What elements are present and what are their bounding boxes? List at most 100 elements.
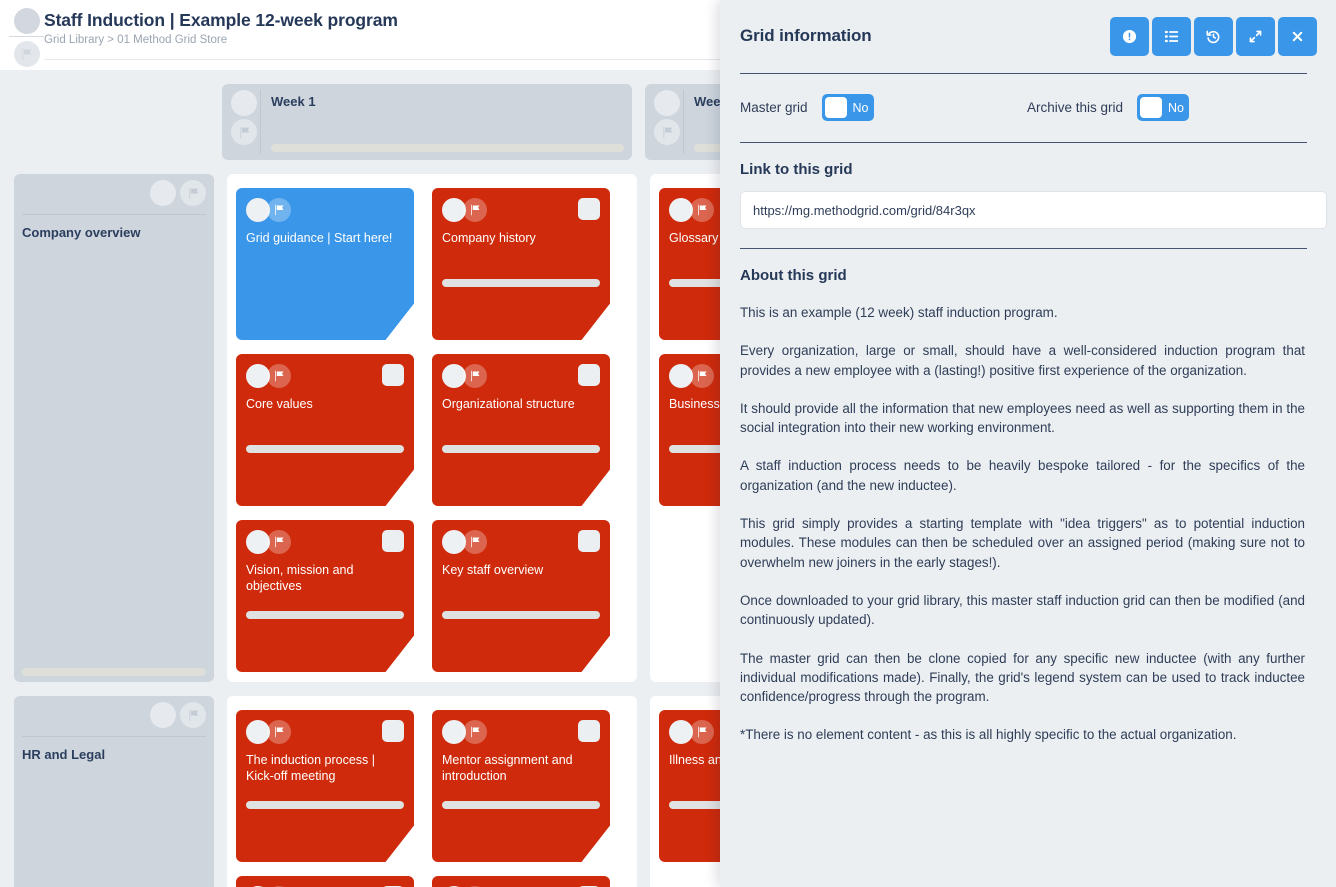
flag-icon[interactable] — [267, 198, 291, 222]
archive-grid-label: Archive this grid — [1026, 100, 1123, 115]
group-title: HR and Legal — [22, 747, 106, 762]
card-badge[interactable] — [382, 364, 404, 386]
element-card[interactable]: Organizational structure — [432, 354, 610, 506]
card-progress-bar — [442, 279, 600, 287]
card-badge[interactable] — [382, 720, 404, 742]
master-grid-toggle[interactable]: No — [821, 94, 874, 121]
element-card[interactable]: Mentor assignment and introduction — [432, 710, 610, 862]
panel-action-buttons — [1110, 16, 1317, 56]
card-badge[interactable] — [578, 364, 600, 386]
card-badge[interactable] — [578, 720, 600, 742]
flag-icon[interactable] — [690, 364, 714, 388]
list-icon[interactable] — [1152, 16, 1191, 56]
card-top-bar — [442, 530, 600, 556]
flag-icon[interactable] — [463, 198, 487, 222]
card-title: Mentor assignment and introduction — [442, 753, 573, 783]
master-grid-label: Master grid — [740, 100, 808, 115]
archive-grid-toggle[interactable]: No — [1137, 94, 1189, 121]
flag-icon[interactable] — [231, 119, 257, 145]
panel-divider-toggles — [740, 142, 1307, 143]
card-progress-bar — [442, 611, 600, 619]
card-row: Vision, mission and objectives Key staff… — [236, 520, 628, 672]
panel-toggle-row: Master grid No Archive this grid No — [730, 74, 1317, 121]
flag-icon[interactable] — [690, 198, 714, 222]
card-top-bar — [442, 364, 600, 390]
about-section-title: About this grid — [740, 267, 847, 284]
element-card[interactable]: The induction process | Kick-off meeting — [236, 710, 414, 862]
panel-header: Grid information — [730, 16, 1317, 56]
info-circle-icon[interactable] — [1110, 16, 1149, 56]
about-paragraph: *There is no element content - as this i… — [740, 727, 1237, 743]
card-top-bar — [442, 198, 600, 224]
grid-link-input[interactable] — [740, 191, 1327, 229]
flag-icon[interactable] — [180, 702, 206, 728]
card-title: Organizational structure — [442, 397, 575, 411]
card-top-bar — [246, 364, 404, 390]
element-card[interactable] — [432, 876, 610, 887]
panel-title: Grid information — [740, 26, 872, 45]
avatar-circle-icon[interactable] — [150, 702, 176, 728]
flag-icon[interactable] — [267, 720, 291, 744]
flag-icon[interactable] — [267, 364, 291, 388]
master-grid-value: No — [852, 100, 869, 115]
history-icon[interactable] — [1194, 16, 1233, 56]
card-title: Key staff overview — [442, 563, 544, 577]
card-top-bar — [246, 198, 404, 224]
flag-icon[interactable] — [463, 720, 487, 744]
flag-icon[interactable] — [654, 119, 680, 145]
card-badge[interactable] — [382, 530, 404, 552]
about-paragraph: Once downloaded to your grid library, th… — [740, 592, 1305, 628]
stage-column-week-1[interactable]: Grid guidance | Start here! Company hist… — [227, 174, 637, 682]
card-badge[interactable] — [578, 530, 600, 552]
toggle-knob — [1140, 97, 1162, 118]
flag-icon[interactable] — [690, 720, 714, 744]
week-title: Week 1 — [271, 94, 316, 109]
group-column-company-overview[interactable]: Company overview — [14, 174, 214, 682]
card-progress-bar — [246, 445, 404, 453]
card-badge[interactable] — [578, 198, 600, 220]
element-card[interactable]: Grid guidance | Start here! — [236, 188, 414, 340]
close-icon[interactable] — [1278, 16, 1317, 56]
week-progress-bar — [271, 144, 624, 152]
header-badge-divider — [9, 36, 44, 37]
card-progress-bar — [246, 801, 404, 809]
about-paragraph: This is an example (12 week) staff induc… — [740, 305, 1058, 320]
element-card[interactable]: Vision, mission and objectives — [236, 520, 414, 672]
archive-grid-toggle-group: Archive this grid No — [1027, 94, 1307, 121]
flag-icon[interactable] — [180, 180, 206, 206]
archive-grid-value: No — [1168, 100, 1184, 115]
card-progress-bar — [246, 611, 404, 619]
element-card[interactable]: Core values — [236, 354, 414, 506]
element-card[interactable] — [236, 876, 414, 887]
expand-icon[interactable] — [1236, 16, 1275, 56]
element-card[interactable]: Key staff overview — [432, 520, 610, 672]
master-grid-toggle-group: Master grid No — [740, 94, 874, 121]
flag-icon[interactable] — [463, 530, 487, 554]
flag-icon[interactable] — [13, 41, 40, 67]
card-row: The induction process | Kick-off meeting… — [236, 710, 628, 862]
card-top-bar — [246, 720, 404, 746]
flag-icon[interactable] — [463, 364, 487, 388]
flag-icon[interactable] — [267, 530, 291, 554]
link-section-title: Link to this grid — [740, 161, 853, 178]
grid-header-badges — [0, 6, 44, 67]
week-header-week-1[interactable]: Week 1 — [222, 84, 632, 160]
avatar-circle-icon[interactable] — [231, 90, 257, 116]
about-paragraph: A staff induction process needs to be he… — [740, 458, 1305, 493]
card-title: Grid guidance | Start here! — [246, 231, 393, 245]
group-title: Company overview — [22, 225, 141, 240]
element-card[interactable]: Company history — [432, 188, 610, 340]
stage-column-week-1-hr[interactable]: The induction process | Kick-off meeting… — [227, 696, 637, 887]
group-column-hr-and-legal[interactable]: HR and Legal — [14, 696, 214, 887]
panel-divider-top — [740, 73, 1307, 74]
avatar-circle-icon[interactable] — [654, 90, 680, 116]
card-top-bar — [442, 720, 600, 746]
card-row — [236, 876, 628, 887]
week-header-badges — [228, 90, 260, 154]
card-title: Vision, mission and objectives — [246, 563, 354, 593]
avatar-circle-icon[interactable] — [13, 8, 40, 34]
avatar-circle-icon[interactable] — [150, 180, 176, 206]
panel-divider-link — [740, 248, 1307, 249]
card-row: Grid guidance | Start here! Company hist… — [236, 188, 628, 340]
group-rule — [22, 214, 206, 215]
